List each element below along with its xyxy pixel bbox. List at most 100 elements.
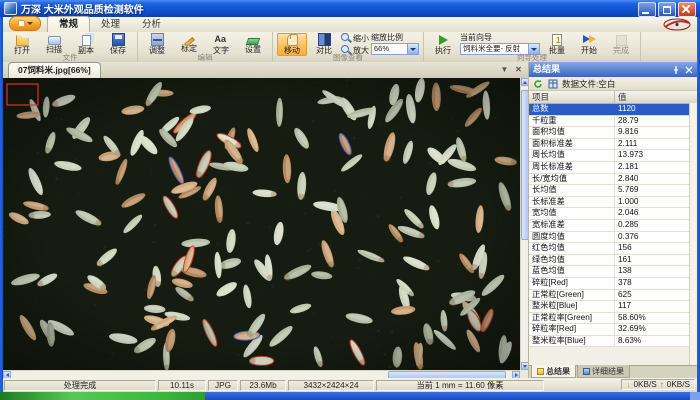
- tab-processing[interactable]: 处理: [90, 17, 131, 32]
- result-row[interactable]: 正常粒率[Green]58.60%: [529, 313, 697, 325]
- download-speed: 0KB/S: [633, 380, 656, 389]
- ribbon-button-label: 扫描: [46, 46, 62, 54]
- result-item-value: 28.79: [615, 116, 697, 127]
- result-row[interactable]: 长均值5.769: [529, 185, 697, 197]
- hand-button[interactable]: 移动: [277, 33, 307, 56]
- ribbon-small-stack: 缩小放大: [341, 33, 369, 55]
- combo-value: 66%: [372, 44, 407, 53]
- compare-icon: [318, 33, 331, 46]
- eraser-button[interactable]: 设置: [238, 34, 268, 55]
- tab-analysis[interactable]: 分析: [131, 17, 172, 32]
- result-row[interactable]: 总数1120: [529, 104, 697, 116]
- result-item-value: 2.046: [615, 208, 697, 219]
- combo-dropdown-icon[interactable]: [407, 44, 418, 54]
- result-row[interactable]: 红色均值156: [529, 243, 697, 255]
- ribbon-group-items: 执行当前向导饲料米全要- 反射批量开始完成: [428, 33, 636, 55]
- panel-close-icon[interactable]: [684, 65, 694, 75]
- data-table-icon[interactable]: [547, 78, 559, 90]
- results-bottom-tabs: 总结果 详细结果: [529, 365, 697, 378]
- result-row[interactable]: 整米粒[Blue]117: [529, 301, 697, 313]
- tab-close-icon[interactable]: ✕: [513, 64, 524, 75]
- scanner-button[interactable]: 扫描: [39, 33, 69, 55]
- result-row[interactable]: 周长均值13.973: [529, 150, 697, 162]
- pin-icon[interactable]: [671, 65, 681, 75]
- result-row[interactable]: 长标准差1.000: [529, 197, 697, 209]
- result-item-value: 32.69%: [615, 324, 697, 335]
- result-row[interactable]: 面积均值9.816: [529, 127, 697, 139]
- eraser-icon: [246, 38, 260, 45]
- result-item-value: 5.769: [615, 185, 697, 196]
- result-item-name: 面积标准差: [529, 139, 615, 150]
- tab-general[interactable]: 常规: [47, 16, 90, 32]
- application-window: 万深 大米外观品质检测软件 常规 处理 分析 打开扫描副本保存文件调整标定文字设…: [0, 0, 700, 400]
- scrollbar-corner: [520, 370, 528, 378]
- result-row[interactable]: 千粒重28.79: [529, 116, 697, 128]
- status-segment: 23.6Mb: [240, 380, 286, 391]
- hand-icon: [287, 34, 298, 46]
- open-folder-button[interactable]: 打开: [7, 32, 37, 56]
- vertical-scrollbar[interactable]: [520, 78, 528, 370]
- result-item-name: 红色均值: [529, 243, 615, 254]
- result-item-name: 整米粒[Blue]: [529, 301, 615, 312]
- column-header-value[interactable]: 值: [615, 91, 697, 103]
- result-row[interactable]: 正常粒[Green]625: [529, 290, 697, 302]
- ribbon-group: 打开扫描副本保存文件: [3, 32, 138, 62]
- ribbon-group-label: 文件: [3, 54, 137, 62]
- combo-box[interactable]: 66%: [371, 43, 419, 55]
- ribbon-group-items: 打开扫描副本保存: [7, 33, 133, 55]
- result-item-name: 正常粒率[Green]: [529, 313, 615, 324]
- document-tab-strip: 07饲料米.jpg[66%] ▼ ✕: [3, 62, 528, 79]
- finish-icon: [616, 35, 627, 46]
- menu-grid-icon: [18, 20, 25, 27]
- horizontal-scrollbar[interactable]: [3, 370, 520, 378]
- result-row[interactable]: 绿色均值161: [529, 255, 697, 267]
- combo-dropdown-icon[interactable]: [528, 44, 539, 54]
- adjust-button[interactable]: 调整: [142, 32, 172, 56]
- result-row[interactable]: 碎粒率[Red]32.69%: [529, 324, 697, 336]
- results-table-header[interactable]: 项目 值: [529, 91, 697, 104]
- title-bar[interactable]: 万深 大米外观品质检测软件: [0, 0, 700, 17]
- restore-button[interactable]: [658, 2, 676, 17]
- result-item-value: 378: [615, 278, 697, 289]
- image-document-tab[interactable]: 07饲料米.jpg[66%]: [8, 62, 101, 78]
- calibrate-button[interactable]: 标定: [174, 34, 204, 54]
- ribbon-group-label: 图像查看: [273, 54, 423, 62]
- result-row[interactable]: 整米粒率[Blue]8.63%: [529, 336, 697, 348]
- status-segment: 3432×2424×24: [288, 380, 374, 391]
- result-row[interactable]: 蓝色均值138: [529, 266, 697, 278]
- column-header-item[interactable]: 项目: [529, 91, 615, 103]
- save-button[interactable]: 保存: [103, 32, 133, 56]
- tab-detailed-results[interactable]: 详细结果: [577, 365, 630, 378]
- minimize-button[interactable]: [638, 2, 656, 17]
- resize-grip[interactable]: [690, 392, 700, 400]
- result-row[interactable]: 宽均值2.046: [529, 208, 697, 220]
- download-arrow-icon: ↓: [626, 380, 630, 389]
- batch-icon: [552, 34, 562, 46]
- result-row[interactable]: 碎粒[Red]378: [529, 278, 697, 290]
- tab-summary-results[interactable]: 总结果: [531, 365, 576, 378]
- result-row[interactable]: 长/宽均值2.840: [529, 174, 697, 186]
- play-button[interactable]: 执行: [428, 33, 458, 56]
- small-button[interactable]: 缩小: [341, 33, 369, 43]
- results-table: 项目 值 总数1120千粒重28.79面积均值9.816面积标准差2.111周长…: [529, 91, 697, 365]
- result-row[interactable]: 周长标准差2.181: [529, 162, 697, 174]
- window-title: 万深 大米外观品质检测软件: [21, 1, 144, 16]
- summary-table-icon: [537, 368, 544, 375]
- result-row[interactable]: 圆度均值0.376: [529, 232, 697, 244]
- close-button[interactable]: [678, 2, 696, 17]
- result-item-value: 625: [615, 290, 697, 301]
- ribbon-button-label: 设置: [245, 46, 261, 54]
- result-item-name: 宽标准差: [529, 220, 615, 231]
- results-panel-header[interactable]: 总结果: [529, 62, 697, 77]
- result-row[interactable]: 宽标准差0.285: [529, 220, 697, 232]
- refresh-icon[interactable]: [532, 78, 544, 90]
- application-menu-button[interactable]: [9, 16, 41, 31]
- result-item-name: 面积均值: [529, 127, 615, 138]
- result-item-name: 周长标准差: [529, 162, 615, 173]
- result-row[interactable]: 面积标准差2.111: [529, 139, 697, 151]
- specimen-canvas[interactable]: [3, 78, 520, 370]
- ribbon-group: 调整标定文字设置编辑: [138, 32, 273, 62]
- start-button[interactable]: 开始: [574, 32, 604, 56]
- table-scrollbar-track[interactable]: [689, 103, 697, 365]
- tab-list-dropdown-icon[interactable]: ▼: [499, 64, 510, 75]
